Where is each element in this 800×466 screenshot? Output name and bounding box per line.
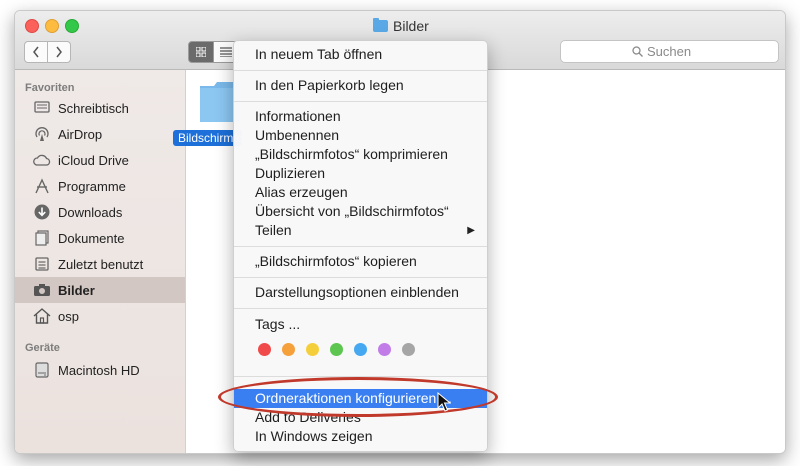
tag-red-swatch[interactable] [258, 343, 271, 356]
window-title-text: Bilder [393, 18, 429, 34]
sidebar-item-bilder[interactable]: Bilder [15, 277, 185, 303]
sidebar-item-macintosh-hd[interactable]: Macintosh HD [15, 357, 185, 383]
sidebar-item-label: Schreibtisch [58, 100, 129, 116]
menu-item-show-in-windows[interactable]: In Windows zeigen [234, 427, 487, 446]
chevron-left-icon [33, 46, 39, 58]
sidebar-item-label: Programme [58, 178, 126, 194]
forward-button[interactable] [48, 41, 71, 63]
menu-item-quick-look[interactable]: Übersicht von „Bildschirmfotos“ [234, 202, 487, 221]
icon-view-button[interactable] [188, 41, 214, 63]
applications-icon [33, 177, 51, 195]
sidebar-item-label: Macintosh HD [58, 362, 140, 378]
sidebar-item-label: Zuletzt benutzt [58, 256, 144, 272]
menu-item-share-label: Teilen [255, 222, 292, 238]
sidebar-section-devices: Geräte [25, 342, 60, 354]
menu-separator [234, 277, 487, 278]
sidebar-item-zuletzt-benutzt[interactable]: Zuletzt benutzt [15, 251, 185, 277]
sidebar-item-icloud-drive[interactable]: iCloud Drive [15, 147, 185, 173]
sidebar-section-favorites: Favoriten [25, 82, 75, 94]
sidebar-item-osp[interactable]: osp [15, 303, 185, 329]
icon-view-icon [196, 47, 206, 57]
search-input[interactable] [647, 44, 707, 59]
sidebar-item-dokumente[interactable]: Dokumente [15, 225, 185, 251]
window-title: Bilder [373, 17, 429, 35]
download-icon [33, 203, 51, 221]
tag-green-swatch[interactable] [330, 343, 343, 356]
close-window-button[interactable] [25, 19, 39, 33]
selected-file-label[interactable]: Bildschirmfotos [173, 130, 242, 146]
tag-color-row [258, 343, 415, 356]
menu-item-show-view-options[interactable]: Darstellungsoptionen einblenden [234, 283, 487, 302]
menu-separator [234, 70, 487, 71]
sidebar-item-programme[interactable]: Programme [15, 173, 185, 199]
menu-item-make-alias[interactable]: Alias erzeugen [234, 183, 487, 202]
home-icon [33, 307, 51, 325]
tag-orange-swatch[interactable] [282, 343, 295, 356]
sidebar-item-label: iCloud Drive [58, 152, 129, 168]
hard-drive-icon [33, 361, 51, 379]
mouse-cursor-icon [437, 392, 451, 412]
sidebar-item-downloads[interactable]: Downloads [15, 199, 185, 225]
menu-item-compress[interactable]: „Bildschirmfotos“ komprimieren [234, 145, 487, 164]
search-field[interactable] [560, 40, 779, 63]
menu-item-open-new-tab[interactable]: In neuem Tab öffnen [234, 45, 487, 64]
zoom-window-button[interactable] [65, 19, 79, 33]
list-view-icon [220, 47, 232, 57]
back-button[interactable] [24, 41, 48, 63]
sidebar-item-label: AirDrop [58, 126, 103, 142]
minimize-window-button[interactable] [45, 19, 59, 33]
sidebar-item-airdrop[interactable]: AirDrop [15, 121, 185, 147]
context-menu: In neuem Tab öffnen In den Papierkorb le… [233, 40, 488, 452]
camera-icon [33, 281, 51, 299]
cloud-icon [33, 151, 51, 169]
chevron-right-icon [56, 46, 62, 58]
search-icon [632, 46, 643, 57]
menu-separator [234, 101, 487, 102]
menu-item-share[interactable]: Teilen ▶ [234, 221, 487, 240]
tag-yellow-swatch[interactable] [306, 343, 319, 356]
menu-item-move-to-trash[interactable]: In den Papierkorb legen [234, 76, 487, 95]
sidebar-item-label: osp [58, 308, 79, 324]
documents-icon [33, 229, 51, 247]
sidebar-item-label: Downloads [58, 204, 123, 220]
folder-icon [373, 18, 388, 32]
tag-gray-swatch[interactable] [402, 343, 415, 356]
sidebar: Favoriten Schreibtisch AirDrop iCloud Dr… [15, 70, 186, 453]
sidebar-item-label: Bilder [58, 282, 95, 298]
menu-separator [234, 308, 487, 309]
menu-item-tags[interactable]: Tags ... [234, 315, 487, 334]
tag-purple-swatch[interactable] [378, 343, 391, 356]
menu-item-rename[interactable]: Umbenennen [234, 126, 487, 145]
submenu-arrow-icon: ▶ [467, 225, 475, 236]
recents-icon [33, 255, 51, 273]
airdrop-icon [33, 125, 51, 143]
menu-item-duplicate[interactable]: Duplizieren [234, 164, 487, 183]
sidebar-item-label: Dokumente [58, 230, 125, 246]
tag-blue-swatch[interactable] [354, 343, 367, 356]
menu-separator [234, 376, 487, 377]
menu-item-copy[interactable]: „Bildschirmfotos“ kopieren [234, 252, 487, 271]
desktop-icon [33, 99, 51, 117]
sidebar-item-schreibtisch[interactable]: Schreibtisch [15, 95, 185, 121]
menu-separator [234, 246, 487, 247]
menu-item-get-info[interactable]: Informationen [234, 107, 487, 126]
view-mode-buttons [188, 41, 239, 63]
navigation-buttons [24, 41, 71, 63]
